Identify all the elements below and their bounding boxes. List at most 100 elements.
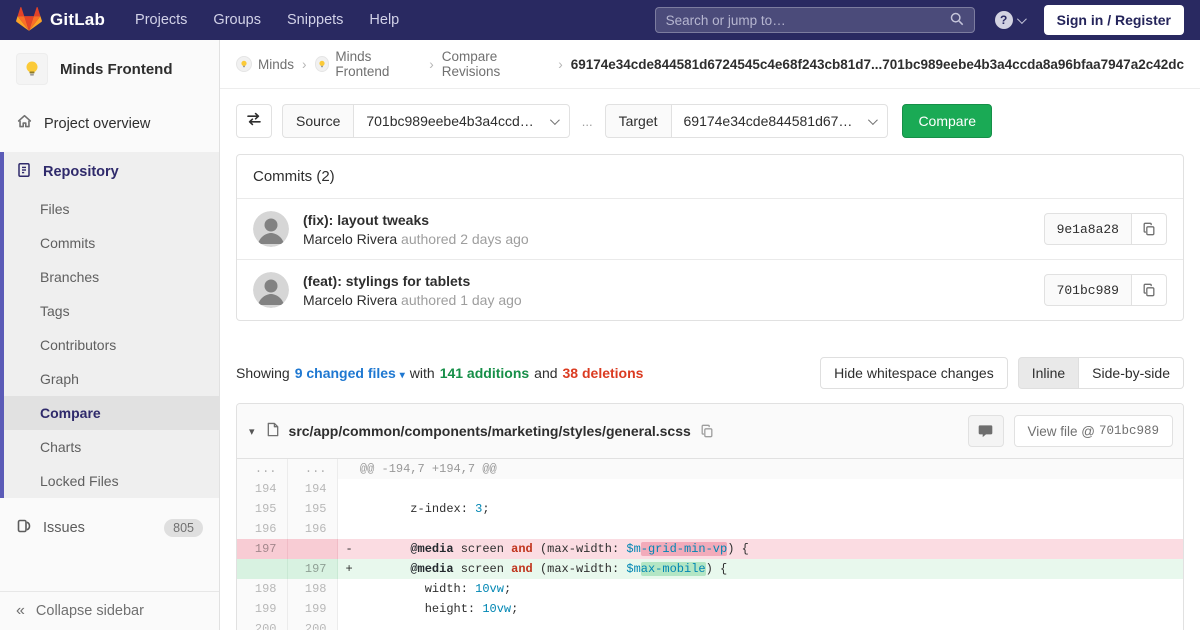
question-icon: ?	[995, 11, 1013, 29]
breadcrumb-compare-revisions[interactable]: Compare Revisions	[442, 49, 551, 79]
diff-line-row: 200 200	[237, 619, 1183, 630]
brand-name: GitLab	[50, 10, 105, 30]
additions-count: 141 additions	[440, 365, 529, 381]
copy-sha-button[interactable]	[1132, 213, 1167, 245]
sidebar-item-tags[interactable]: Tags	[4, 294, 219, 328]
old-line-number[interactable]: 198	[237, 579, 287, 599]
breadcrumb-separator: ›	[558, 57, 563, 72]
new-line-number[interactable]: 194	[287, 479, 337, 499]
avatar[interactable]	[253, 272, 289, 308]
commit-author-link[interactable]: Marcelo Rivera	[303, 231, 397, 247]
commit-sha-group: 701bc989	[1044, 274, 1167, 306]
diff-line-row: 194 194	[237, 479, 1183, 499]
with-label: with	[410, 365, 435, 381]
new-line-number[interactable]	[287, 539, 337, 559]
sidebar-item-graph[interactable]: Graph	[4, 362, 219, 396]
sidebar-item-repository[interactable]: Repository	[4, 152, 219, 192]
side-by-side-view-button[interactable]: Side-by-side	[1079, 357, 1184, 389]
project-avatar	[16, 53, 48, 85]
comment-icon	[978, 424, 993, 438]
commit-sha-link[interactable]: 701bc989	[1044, 274, 1132, 306]
copy-icon	[1142, 283, 1156, 297]
hide-whitespace-button[interactable]: Hide whitespace changes	[820, 357, 1008, 389]
diff-removed-line-row: 197 - @media screen and (max-width: $m-g…	[237, 539, 1183, 559]
source-input-group: Source 701bc989eebe4b3a4ccd…	[282, 104, 570, 138]
chevron-down-icon	[1017, 14, 1027, 24]
commit-sha-group: 9e1a8a28	[1044, 213, 1167, 245]
diff-line-code	[337, 619, 1183, 630]
sidebar-item-contributors[interactable]: Contributors	[4, 328, 219, 362]
diff-file-path[interactable]: src/app/common/components/marketing/styl…	[289, 423, 691, 439]
old-line-number[interactable]: 197	[237, 539, 287, 559]
diff-line-row: 198 198 width: 10vw;	[237, 579, 1183, 599]
project-header[interactable]: Minds Frontend	[0, 40, 219, 97]
collapse-diff-icon[interactable]: ▾	[247, 425, 257, 438]
swap-revisions-button[interactable]	[236, 104, 272, 138]
nav-groups[interactable]: Groups	[213, 12, 261, 28]
toggle-comments-button[interactable]	[968, 415, 1004, 447]
project-sidebar: Minds Frontend Project overview Reposito…	[0, 40, 220, 630]
diff-hunk-header: @@ -194,7 +194,7 @@	[337, 459, 1183, 479]
group-avatar	[236, 56, 252, 72]
old-line-number[interactable]: 196	[237, 519, 287, 539]
new-line-number[interactable]: 199	[287, 599, 337, 619]
new-line-number[interactable]: 200	[287, 619, 337, 630]
commit-sha-link[interactable]: 9e1a8a28	[1044, 213, 1132, 245]
breadcrumb-minds-frontend[interactable]: Minds Frontend	[315, 49, 422, 79]
sidebar-item-locked-files[interactable]: Locked Files	[4, 464, 219, 498]
sign-in-button[interactable]: Sign in / Register	[1044, 5, 1184, 35]
help-menu[interactable]: ?	[995, 11, 1024, 29]
new-line-number[interactable]: 197	[287, 559, 337, 579]
target-revision-dropdown[interactable]: 69174e34cde844581d67…	[671, 104, 889, 138]
old-line-number[interactable]: 195	[237, 499, 287, 519]
project-name: Minds Frontend	[60, 61, 173, 78]
changed-files-dropdown[interactable]: 9 changed files ▾	[295, 365, 405, 381]
old-line-number[interactable]: 200	[237, 619, 287, 630]
compare-button[interactable]: Compare	[902, 104, 992, 138]
inline-view-button[interactable]: Inline	[1018, 357, 1079, 389]
copy-sha-button[interactable]	[1132, 274, 1167, 306]
avatar[interactable]	[253, 211, 289, 247]
breadcrumb-minds[interactable]: Minds	[236, 56, 294, 72]
diff-line-code: - @media screen and (max-width: $m-grid-…	[337, 539, 1183, 559]
nav-help[interactable]: Help	[369, 12, 399, 28]
diff-view-toggle: Inline Side-by-side	[1018, 357, 1184, 389]
source-revision-dropdown[interactable]: 701bc989eebe4b3a4ccd…	[353, 104, 569, 138]
view-file-button[interactable]: View file @ 701bc989	[1014, 415, 1174, 447]
old-line-number[interactable]: 194	[237, 479, 287, 499]
nav-snippets[interactable]: Snippets	[287, 12, 343, 28]
sidebar-item-commits[interactable]: Commits	[4, 226, 219, 260]
top-navbar: GitLab Projects Groups Snippets Help ? S…	[0, 0, 1200, 40]
commit-title-link[interactable]: (feat): stylings for tablets	[303, 273, 522, 289]
old-line-number[interactable]: 199	[237, 599, 287, 619]
main-content: Minds › Minds Frontend › Compare Revisio…	[220, 40, 1200, 630]
sidebar-item-compare[interactable]: Compare	[4, 396, 219, 430]
new-line-number[interactable]: 196	[287, 519, 337, 539]
old-line-number[interactable]	[237, 559, 287, 579]
gitlab-logo[interactable]: GitLab	[16, 6, 105, 35]
search-box[interactable]	[655, 7, 975, 33]
diff-line-row: 195 195 z-index: 3;	[237, 499, 1183, 519]
commit-author-link[interactable]: Marcelo Rivera	[303, 292, 397, 308]
commit-byline: Marcelo Rivera authored 1 day ago	[303, 292, 522, 308]
project-avatar-small	[315, 56, 330, 72]
old-line-number: ...	[237, 459, 287, 479]
nav-projects[interactable]: Projects	[135, 12, 187, 28]
commits-panel: Commits (2) (fix): layout tweaks Marcelo…	[236, 154, 1184, 321]
copy-path-button[interactable]	[700, 424, 714, 438]
target-revision-value: 69174e34cde844581d67…	[684, 113, 853, 129]
double-chevron-left-icon: «	[16, 603, 25, 619]
main-nav: Projects Groups Snippets Help	[135, 12, 399, 28]
commit-title-link[interactable]: (fix): layout tweaks	[303, 212, 529, 228]
target-input-group: Target 69174e34cde844581d67…	[605, 104, 889, 138]
search-input[interactable]	[666, 13, 950, 28]
sidebar-item-files[interactable]: Files	[4, 192, 219, 226]
new-line-number[interactable]: 198	[287, 579, 337, 599]
sidebar-item-branches[interactable]: Branches	[4, 260, 219, 294]
sidebar-item-issues[interactable]: Issues 805	[0, 508, 219, 548]
sidebar-item-project-overview[interactable]: Project overview	[0, 103, 219, 144]
collapse-sidebar-button[interactable]: « Collapse sidebar	[0, 591, 219, 630]
new-line-number[interactable]: 195	[287, 499, 337, 519]
commit-authored-time: authored 2 days ago	[401, 231, 529, 247]
sidebar-item-charts[interactable]: Charts	[4, 430, 219, 464]
